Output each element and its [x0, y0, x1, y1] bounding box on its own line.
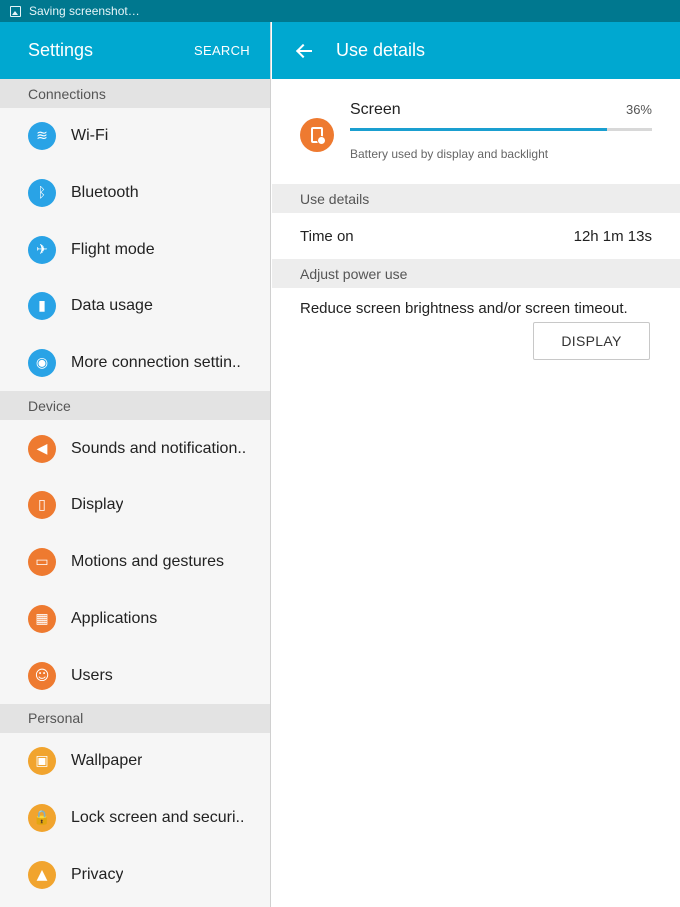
privacy-icon: ▲: [28, 860, 56, 889]
settings-item[interactable]: ▦ Applications: [0, 591, 270, 648]
time-on-value: 12h 1m 13s: [573, 227, 652, 245]
apps-grid-icon: ▦: [28, 604, 56, 633]
section-header-connections: Connections: [0, 79, 270, 108]
details-app-bar: Use details: [272, 22, 680, 79]
status-bar: Saving screenshot…: [0, 0, 680, 22]
settings-item[interactable]: ◀ Sounds and notification..: [0, 420, 270, 477]
settings-item[interactable]: ▣ Wallpaper: [0, 733, 270, 790]
speaker-icon: ◀: [28, 434, 56, 463]
back-arrow-icon[interactable]: [296, 43, 312, 59]
display-icon: ▯: [28, 491, 56, 520]
screen-settings-icon: [300, 118, 334, 152]
settings-item-label: Sounds and notification..: [71, 439, 247, 457]
settings-item-label: Lock screen and securi..: [71, 808, 245, 826]
settings-item[interactable]: 🔒 Lock screen and securi..: [0, 790, 270, 847]
settings-item[interactable]: ✈ Flight mode: [0, 221, 270, 278]
section-header-device: Device: [0, 391, 270, 421]
settings-item[interactable]: ▭ Motions and gestures: [0, 534, 270, 591]
settings-sections: Connections ≋ Wi-Fi ᛒ Bluetooth ✈ Flight mode ▮…: [0, 79, 270, 903]
lock-icon: 🔒: [28, 803, 56, 832]
time-on-row: Time on 12h 1m 13s: [272, 213, 680, 259]
settings-item[interactable]: ☺ Users: [0, 647, 270, 704]
adjust-power-text: Reduce screen brightness and/or screen t…: [300, 300, 628, 317]
screen-percent: 36%: [625, 102, 652, 117]
antenna-icon: ◉: [28, 349, 56, 378]
settings-item-label: Wallpaper: [71, 752, 143, 770]
use-details-pane: Use details Screen 36% Battery used by d…: [272, 22, 680, 907]
settings-item[interactable]: ᛒ Bluetooth: [0, 165, 270, 222]
bar-chart-icon: ▮: [28, 292, 56, 321]
users-icon: ☺: [28, 661, 56, 690]
status-text: Saving screenshot…: [29, 4, 140, 18]
section-header-personal: Personal: [0, 703, 270, 733]
settings-item[interactable]: ▮ Data usage: [0, 278, 270, 335]
settings-item[interactable]: ▲ Privacy: [0, 846, 270, 903]
settings-list-pane: Settings SEARCH Connections ≋ Wi-Fi ᛒ Blueto…: [0, 22, 271, 907]
motion-icon: ▭: [28, 548, 56, 577]
wifi-icon: ≋: [28, 122, 56, 151]
usage-progress-bar: [350, 128, 652, 131]
settings-app-bar: Settings SEARCH: [0, 22, 270, 79]
bluetooth-icon: ᛒ: [28, 179, 56, 208]
image-icon: [10, 5, 21, 17]
airplane-icon: ✈: [28, 235, 56, 264]
screen-label: Screen: [350, 101, 401, 118]
settings-item-label: Data usage: [71, 297, 153, 315]
search-button[interactable]: SEARCH: [194, 43, 250, 58]
settings-item-label: More connection settin..: [71, 354, 241, 372]
settings-item[interactable]: ◉ More connection settin..: [0, 335, 270, 392]
settings-item-label: Motions and gestures: [71, 553, 224, 571]
details-title: Use details: [336, 40, 426, 60]
settings-item-label: Applications: [71, 609, 158, 627]
settings-item-label: Privacy: [71, 865, 124, 883]
screen-usage-card: Screen 36% Battery used by display and b…: [272, 79, 680, 184]
settings-item-label: Flight mode: [71, 240, 155, 258]
adjust-power-header: Adjust power use: [272, 259, 680, 288]
usage-progress-fill: [350, 128, 607, 131]
settings-item-label: Display: [71, 496, 124, 514]
use-details-header: Use details: [272, 184, 680, 213]
time-on-label: Time on: [300, 227, 354, 245]
settings-item[interactable]: ≋ Wi-Fi: [0, 108, 270, 165]
settings-title: Settings: [28, 40, 94, 60]
settings-item[interactable]: ▯ Display: [0, 477, 270, 534]
settings-item-label: Wi-Fi: [71, 127, 109, 145]
display-button[interactable]: DISPLAY: [533, 322, 650, 360]
wallpaper-icon: ▣: [28, 747, 56, 776]
settings-item-label: Users: [71, 666, 113, 684]
screen-description: Battery used by display and backlight: [350, 147, 549, 161]
settings-item-label: Bluetooth: [71, 184, 139, 202]
